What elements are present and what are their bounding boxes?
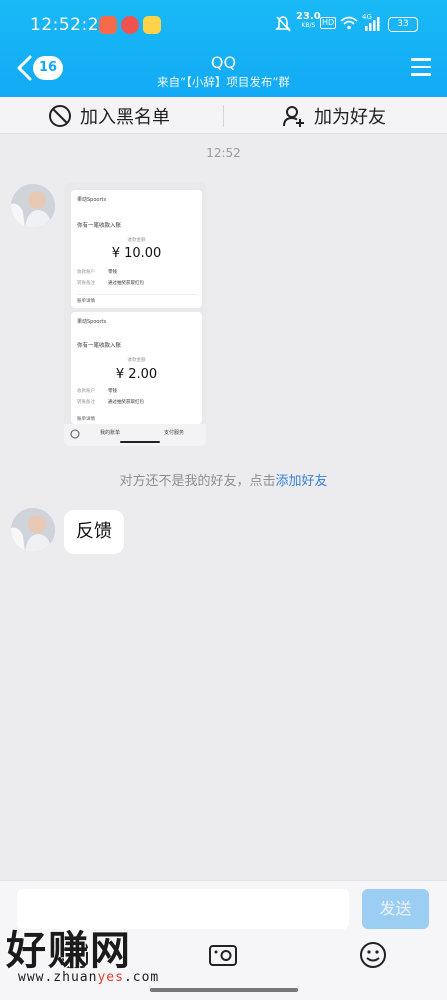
camera-icon[interactable] <box>208 940 238 970</box>
image-message[interactable]: 果动Spoorts 你有一笔收款入账 收款金额 ¥ 10.00 收款账户 零钱 … <box>64 182 206 446</box>
watermark-text: 好赚网 <box>6 928 132 974</box>
stranger-action-bar: 加入黑名单 加为好友 <box>0 97 447 134</box>
receipt-card: 果动Spoorts 你有一笔收款入账 收款金额 ¥ 10.00 收款账户 零钱 … <box>71 190 202 308</box>
add-user-icon <box>283 105 304 127</box>
divider <box>223 105 224 127</box>
receipt-card: 果动Spoorts 你有一笔收款入账 收款金额 ¥ 2.00 收款账户 零钱 转… <box>71 312 202 424</box>
block-label: 加入黑名单 <box>80 106 170 128</box>
avatar-image <box>11 508 55 552</box>
receipt-value: 零钱 <box>108 389 117 394</box>
payment-bottom-bar: 我的账单 支付服务 <box>64 424 206 446</box>
payment-tab-label: 我的账单 <box>100 430 121 436</box>
divider <box>77 294 196 295</box>
block-icon <box>49 104 71 127</box>
receipt-headline: 你有一笔收款入账 <box>77 223 122 229</box>
send-button[interactable]: 发送 <box>362 889 429 929</box>
receipt-value: 通过抽奖获取红包 <box>108 400 144 405</box>
app-notification-icon <box>99 16 117 34</box>
mute-icon <box>275 16 291 32</box>
receipt-app-name: 果动Spoorts <box>77 319 107 325</box>
chat-header: 12:52:26 23.0 KB/S HD 4G 33 16 QQ 来自“【小辞… <box>0 0 447 97</box>
emoji-icon[interactable] <box>358 940 388 970</box>
app-notification-icon <box>143 16 161 34</box>
receipt-app-name: 果动Spoorts <box>77 197 107 203</box>
add-friend-label: 加为好友 <box>314 106 386 128</box>
add-friend-button[interactable]: 加为好友 <box>282 97 386 134</box>
block-button[interactable]: 加入黑名单 <box>48 97 170 134</box>
menu-icon[interactable] <box>411 58 431 76</box>
receipt-footer: 账单详情 <box>77 299 95 304</box>
add-friend-link[interactable]: 添加好友 <box>276 474 328 489</box>
battery-icon: 33 <box>388 17 418 32</box>
home-indicator <box>120 441 160 443</box>
receipt-key: 收款账户 <box>77 270 95 275</box>
receipt-amount: ¥ 10.00 <box>111 246 162 261</box>
chat-subtitle: 来自“【小辞】项目发布”群 <box>157 75 290 89</box>
chat-title: QQ <box>210 53 237 72</box>
message-timestamp: 12:52 <box>206 146 241 160</box>
avatar[interactable] <box>11 184 55 228</box>
signal-icon <box>365 17 380 31</box>
wifi-icon <box>340 16 358 30</box>
home-indicator <box>150 988 298 992</box>
battery-level: 33 <box>397 19 409 29</box>
text-message-bubble[interactable]: 反馈 <box>64 510 124 554</box>
receipt-key: 转账备注 <box>77 400 95 405</box>
receipt-footer: 账单详情 <box>77 417 95 422</box>
avatar[interactable] <box>11 508 55 552</box>
notice-text: 对方还不是我的好友，点击 <box>119 474 276 489</box>
receipt-value: 零钱 <box>108 270 117 275</box>
not-friend-notice: 对方还不是我的好友，点击添加好友 <box>0 470 447 489</box>
watermark-url: www.zhuanyes.com <box>18 970 160 985</box>
hd-badge: HD <box>320 17 337 29</box>
receipt-amount-label: 收款金额 <box>127 358 146 363</box>
net-unit: KB/S <box>301 22 316 29</box>
avatar-image <box>11 184 55 228</box>
payment-tab-label: 支付服务 <box>164 430 185 436</box>
net-speed: 23.0 <box>296 11 321 22</box>
receipt-key: 收款账户 <box>77 389 95 394</box>
watermark-logo: 好赚网 www.zhuanyes.com <box>6 918 196 990</box>
receipt-value: 通过抽奖获取红包 <box>108 281 144 286</box>
receipt-key: 转账备注 <box>77 281 95 286</box>
receipt-headline: 你有一笔收款入账 <box>77 343 122 349</box>
wallet-icon <box>70 429 80 439</box>
app-notification-icon <box>121 16 139 34</box>
status-bar: 12:52:26 23.0 KB/S HD 4G 33 <box>0 0 447 50</box>
receipt-amount: ¥ 2.00 <box>115 367 158 382</box>
receipt-amount-label: 收款金额 <box>127 238 146 243</box>
